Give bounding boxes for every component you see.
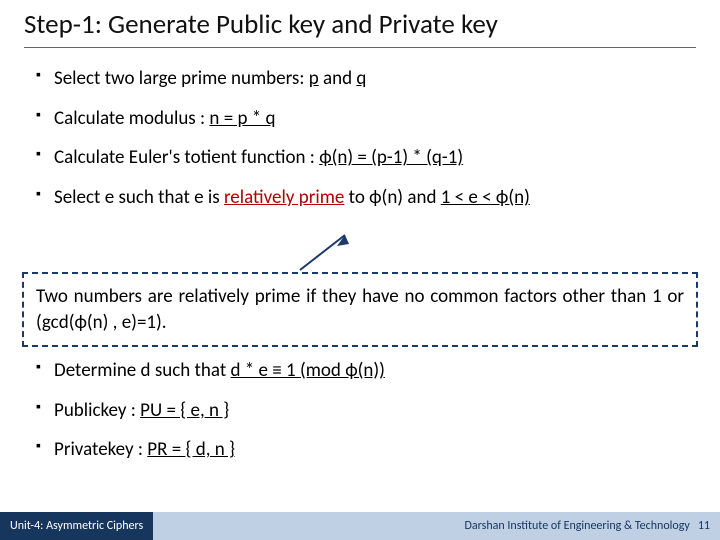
eq-phi: ϕ(n) = (p-1) * (q-1) xyxy=(319,146,463,169)
var-p: p xyxy=(309,67,319,90)
eq-d: d * e ≡ 1 (mod ϕ(n)) xyxy=(230,359,384,382)
eq-pu: PU = { e, n } xyxy=(140,399,229,422)
footer: Unit-4: Asymmetric Ciphers Darshan Insti… xyxy=(0,512,720,540)
text: Select e such that e is xyxy=(54,186,224,209)
text: Determine d such that xyxy=(54,359,230,382)
bullet-5: Determine d such that d * e ≡ 1 (mod ϕ(n… xyxy=(54,358,684,384)
text: and xyxy=(319,67,357,90)
slide: { "title": "Step-1: Generate Public key … xyxy=(0,0,720,540)
bullet-4: Select e such that e is relatively prime… xyxy=(54,185,684,211)
text: Privatekey : xyxy=(54,438,147,461)
page-number: 11 xyxy=(698,519,710,533)
callout-box: Two numbers are relatively prime if they… xyxy=(22,272,698,347)
bullet-3: Calculate Euler's totient function : ϕ(n… xyxy=(54,145,684,171)
text: Select two large prime numbers: xyxy=(54,67,309,90)
text: to ϕ(n) and xyxy=(344,186,440,209)
eq-n: n = p * q xyxy=(209,107,275,130)
text: Calculate Euler's totient function : xyxy=(54,146,319,169)
bullet-2: Calculate modulus : n = p * q xyxy=(54,106,684,132)
range-e: 1 < e < ϕ(n) xyxy=(441,186,530,209)
slide-title: Step-1: Generate Public key and Private … xyxy=(24,8,696,41)
bullet-list-top: Select two large prime numbers: p and q … xyxy=(0,48,720,211)
title-wrap: Step-1: Generate Public key and Private … xyxy=(0,0,720,47)
footer-right: Darshan Institute of Engineering & Techn… xyxy=(153,512,720,540)
bullet-1: Select two large prime numbers: p and q xyxy=(54,66,684,92)
bullet-6: Publickey : PU = { e, n } xyxy=(54,398,684,424)
callout-text: Two numbers are relatively prime if they… xyxy=(36,285,684,334)
bullet-7: Privatekey : PR = { d, n } xyxy=(54,437,684,463)
relatively-prime: relatively prime xyxy=(224,186,344,209)
bullet-list-bottom: Determine d such that d * e ≡ 1 (mod ϕ(n… xyxy=(0,342,720,477)
var-q: q xyxy=(356,67,366,90)
text: Calculate modulus : xyxy=(54,107,209,130)
footer-institute: Darshan Institute of Engineering & Techn… xyxy=(465,519,690,533)
eq-pr: PR = { d, n } xyxy=(147,438,235,461)
footer-left: Unit-4: Asymmetric Ciphers xyxy=(0,512,153,540)
text: Publickey : xyxy=(54,399,140,422)
